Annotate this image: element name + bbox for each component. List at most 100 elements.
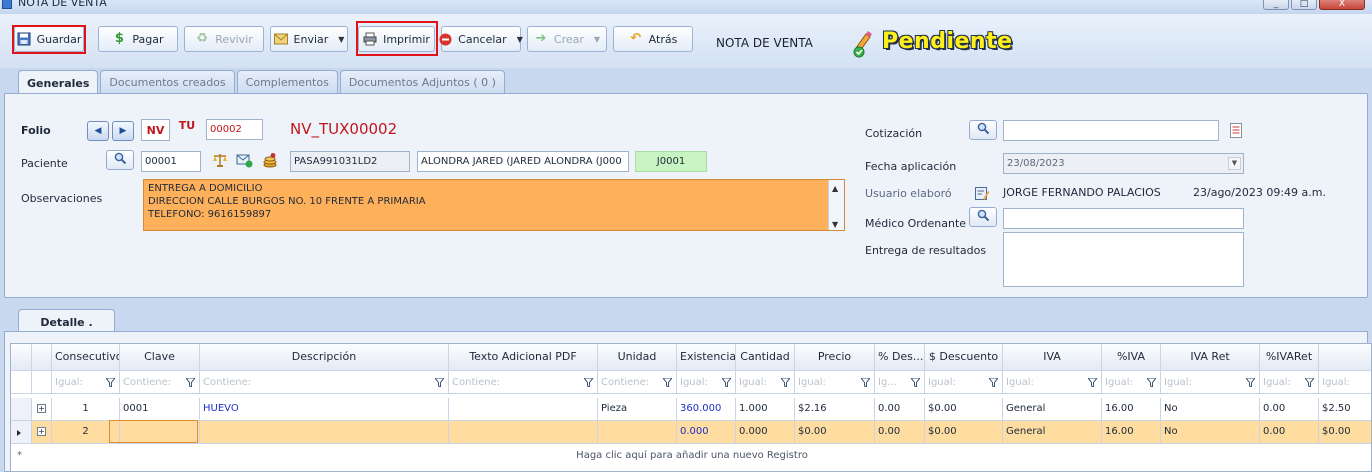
table-row[interactable]: + 2 0.000 0.000 $0.00 0.00 $0.00 General…: [11, 421, 1371, 444]
fecha-aplicacion-field[interactable]: 23/08/2023 ▼: [1003, 153, 1244, 174]
cell-existencia[interactable]: 360.000: [677, 398, 736, 421]
medico-ordenante-field[interactable]: [1003, 208, 1244, 229]
filter-iva-pct[interactable]: Igual:: [1102, 371, 1161, 394]
cell-descuento-pct[interactable]: 0.00: [875, 421, 925, 444]
cell-unidad[interactable]: [598, 421, 677, 444]
folio-number-field[interactable]: 00002: [206, 119, 263, 140]
cell-descuento[interactable]: $0.00: [925, 421, 1003, 444]
col-existencia[interactable]: Existencia: [677, 344, 736, 371]
minimize-button[interactable]: _: [1263, 0, 1289, 10]
revivir-button[interactable]: ♻ Revivir: [184, 26, 264, 52]
add-new-row[interactable]: * Haga clic aquí para añadir una nuevo R…: [11, 444, 1371, 467]
filter-icon[interactable]: [106, 378, 115, 387]
expand-plus-icon[interactable]: +: [37, 404, 46, 413]
filter-iva-ret[interactable]: Igual:: [1161, 371, 1260, 394]
crear-button[interactable]: ➔ Crear ▼: [527, 26, 607, 52]
entrega-resultados-field[interactable]: [1003, 232, 1244, 287]
col-iva-ret-pct[interactable]: %IVARet: [1260, 344, 1319, 371]
filter-iva[interactable]: Igual:: [1003, 371, 1102, 394]
row-expand-cell[interactable]: +: [32, 398, 52, 421]
filter-icon[interactable]: [722, 378, 731, 387]
scroll-up-icon[interactable]: ▲: [832, 182, 838, 195]
col-unidad[interactable]: Unidad: [598, 344, 677, 371]
filter-iva-ret-pct[interactable]: Igual:: [1260, 371, 1319, 394]
filter-descripcion[interactable]: Contiene:: [200, 371, 449, 394]
filter-clave[interactable]: Contiene:: [120, 371, 200, 394]
cell-iva-pct[interactable]: 16.00: [1102, 421, 1161, 444]
filter-icon[interactable]: [989, 378, 998, 387]
filter-icon[interactable]: [1246, 378, 1255, 387]
row-indicator[interactable]: [11, 398, 32, 421]
filter-descuento[interactable]: Igual:: [925, 371, 1003, 394]
cell-iva-ret-pct[interactable]: 0.00: [1260, 398, 1319, 421]
filter-consecutivo[interactable]: Igual:: [52, 371, 120, 394]
filter-icon[interactable]: [584, 378, 593, 387]
expand-plus-icon[interactable]: +: [37, 427, 46, 436]
cell-descuento[interactable]: $0.00: [925, 398, 1003, 421]
chevron-down-icon[interactable]: ▼: [1228, 157, 1241, 170]
filter-icon[interactable]: [911, 378, 920, 387]
col-cantidad[interactable]: Cantidad: [736, 344, 795, 371]
enviar-dropdown-icon[interactable]: ▼: [338, 35, 344, 44]
observaciones-textarea[interactable]: ENTREGA A DOMICILIO DIRECCION CALLE BURG…: [143, 179, 845, 231]
filter-icon[interactable]: [1088, 378, 1097, 387]
tab-generales[interactable]: Generales: [18, 70, 99, 95]
filter-texto-adicional[interactable]: Contiene:: [449, 371, 598, 394]
cell-texto-adicional[interactable]: [449, 421, 598, 444]
cell-iva[interactable]: General: [1003, 398, 1102, 421]
cell-iva-ret[interactable]: No: [1161, 421, 1260, 444]
col-clave[interactable]: Clave: [120, 344, 200, 371]
cell-consecutivo[interactable]: 1: [52, 398, 120, 421]
cell-clave[interactable]: 0001: [120, 398, 200, 421]
cell-iva-ret[interactable]: No: [1161, 398, 1260, 421]
row-expand-cell[interactable]: +: [32, 421, 52, 444]
filter-icon[interactable]: [861, 378, 870, 387]
col-iva-pct[interactable]: %IVA: [1102, 344, 1161, 371]
atras-button[interactable]: ↶ Atrás: [613, 26, 693, 52]
col-consecutivo[interactable]: Consecutivo: [52, 344, 120, 371]
cell-iva-pct[interactable]: 16.00: [1102, 398, 1161, 421]
col-texto-adicional[interactable]: Texto Adicional PDF: [449, 344, 598, 371]
filter-unidad[interactable]: Contiene:: [598, 371, 677, 394]
coins-icon[interactable]: [262, 152, 278, 171]
col-descripcion[interactable]: Descripción: [200, 344, 449, 371]
active-cell-editor[interactable]: [109, 420, 198, 443]
cell-iva-ret-pct[interactable]: 0.00: [1260, 421, 1319, 444]
filter-extra[interactable]: Igual:: [1319, 371, 1371, 394]
previous-folio-button[interactable]: ◀: [87, 121, 109, 141]
next-folio-button[interactable]: ▶: [112, 121, 134, 141]
col-precio[interactable]: Precio: [795, 344, 875, 371]
filter-icon[interactable]: [781, 378, 790, 387]
cell-cantidad[interactable]: 0.000: [736, 421, 795, 444]
search-medico-button[interactable]: [969, 207, 997, 227]
cell-texto-adicional[interactable]: [449, 398, 598, 421]
search-paciente-button[interactable]: [106, 150, 134, 170]
cell-cantidad[interactable]: 1.000: [736, 398, 795, 421]
col-iva[interactable]: IVA: [1003, 344, 1102, 371]
cancelar-button[interactable]: Cancelar ▼: [439, 26, 523, 52]
scale-icon[interactable]: [212, 152, 228, 171]
enviar-button[interactable]: Enviar ▼: [270, 26, 348, 52]
maximize-button[interactable]: □: [1291, 0, 1317, 10]
search-cotizacion-button[interactable]: [969, 120, 997, 140]
cell-extra[interactable]: $0.00: [1319, 421, 1371, 444]
document-pdf-icon[interactable]: [1230, 123, 1242, 141]
tab-documentos-creados[interactable]: Documentos creados: [100, 70, 235, 94]
cell-descripcion[interactable]: HUEVO: [200, 398, 449, 421]
col-iva-ret[interactable]: IVA Ret: [1161, 344, 1260, 371]
col-descuento[interactable]: $ Descuento: [925, 344, 1003, 371]
tab-documentos-adjuntos[interactable]: Documentos Adjuntos ( 0 ): [339, 70, 505, 94]
close-button[interactable]: X: [1319, 0, 1365, 10]
table-row[interactable]: + 1 0001 HUEVO Pieza 360.000 1.000 $2.16…: [11, 398, 1371, 421]
filter-icon[interactable]: [186, 378, 195, 387]
rfc-field[interactable]: PASA991031LD2: [290, 151, 410, 172]
filter-descuento-pct[interactable]: Ig...: [875, 371, 925, 394]
pagar-button[interactable]: $ Pagar: [98, 26, 178, 52]
paciente-name-field[interactable]: ALONDRA JARED (JARED ALONDRA (J000: [417, 151, 629, 172]
row-indicator[interactable]: [11, 421, 32, 444]
tab-complementos[interactable]: Complementos: [236, 70, 338, 94]
cell-precio[interactable]: $0.00: [795, 421, 875, 444]
filter-existencia[interactable]: Igual:: [677, 371, 736, 394]
scroll-down-icon[interactable]: ▼: [832, 218, 838, 231]
col-descuento-pct[interactable]: % Des...: [875, 344, 925, 371]
